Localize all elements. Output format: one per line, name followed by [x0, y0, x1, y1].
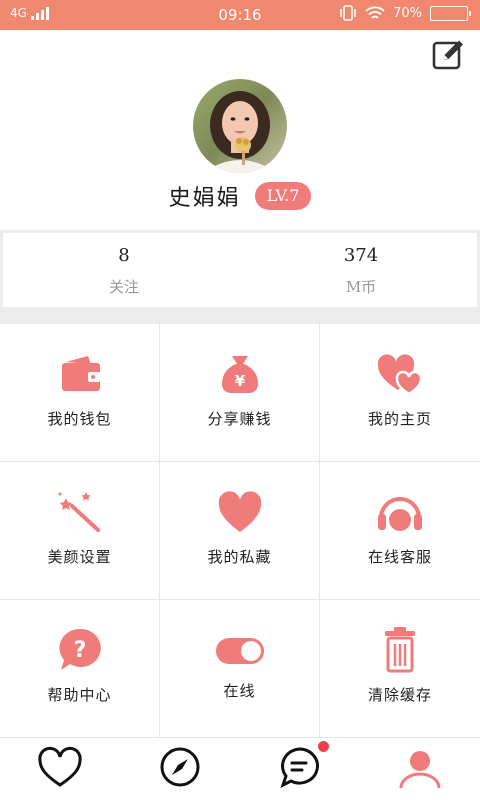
vibrate-icon — [340, 5, 356, 21]
stats-bar: 8 关注 374 M币 — [0, 230, 480, 310]
notification-badge — [318, 741, 329, 752]
menu-label: 我的私藏 — [207, 548, 272, 566]
following-label: 关注 — [108, 278, 139, 296]
stat-following[interactable]: 8 关注 — [3, 233, 245, 307]
hearts-icon — [377, 354, 423, 396]
menu-label: 我的主页 — [367, 410, 432, 428]
menu-label: 在线 — [223, 682, 256, 700]
headphones-icon — [378, 497, 422, 531]
menu-homepage[interactable]: 我的主页 — [320, 324, 480, 462]
question-bubble-icon: ? — [59, 628, 101, 670]
edit-profile-button[interactable] — [432, 38, 466, 70]
menu-grid: 我的钱包 ¥ 分享赚钱 我的主页 美颜设置 我的私藏 在线客服 ? 帮助中心 在… — [0, 324, 480, 738]
menu-clear-cache[interactable]: 清除缓存 — [320, 600, 480, 738]
tab-favorites[interactable] — [0, 738, 120, 800]
following-count: 8 — [118, 245, 130, 266]
section-divider — [0, 310, 480, 324]
menu-help-center[interactable]: ? 帮助中心 — [0, 600, 160, 738]
heart-icon — [218, 491, 261, 532]
menu-beauty-settings[interactable]: 美颜设置 — [0, 462, 160, 600]
menu-label: 我的钱包 — [47, 410, 112, 428]
coins-count: 374 — [343, 245, 379, 266]
heart-outline-icon — [38, 746, 82, 787]
tab-profile[interactable] — [360, 738, 480, 800]
level-badge: LV.7 — [254, 182, 312, 210]
tab-messages[interactable] — [240, 738, 360, 800]
avatar[interactable] — [193, 79, 287, 173]
tab-discover[interactable] — [120, 738, 240, 800]
toggle-icon[interactable] — [215, 626, 264, 674]
status-bar: 4G 09:16 70% — [0, 0, 480, 30]
user-name: 史娟娟 — [168, 186, 241, 211]
battery-icon — [430, 5, 471, 21]
profile-icon — [399, 751, 441, 789]
svg-text:?: ? — [73, 638, 86, 663]
menu-label: 美颜设置 — [47, 548, 112, 566]
money-bag-icon: ¥ — [221, 356, 258, 393]
battery-percent: 70% — [393, 5, 422, 21]
menu-favorites[interactable]: 我的私藏 — [160, 462, 320, 600]
trash-icon — [385, 627, 415, 673]
menu-label: 在线客服 — [367, 548, 432, 566]
edit-icon — [432, 40, 463, 70]
bottom-tab-bar — [0, 738, 480, 800]
menu-label: 分享赚钱 — [207, 410, 272, 428]
menu-online-status[interactable]: 在线 — [160, 600, 320, 738]
menu-wallet[interactable]: 我的钱包 — [0, 324, 160, 462]
compass-icon — [160, 747, 200, 787]
menu-label: 帮助中心 — [47, 686, 112, 704]
menu-share-earn[interactable]: ¥ 分享赚钱 — [160, 324, 320, 462]
stat-coins[interactable]: 374 M币 — [245, 233, 477, 307]
chat-icon — [280, 747, 319, 788]
coins-label: M币 — [345, 278, 377, 296]
menu-online-service[interactable]: 在线客服 — [320, 462, 480, 600]
wifi-icon — [365, 6, 385, 19]
menu-label: 清除缓存 — [367, 686, 432, 704]
wallet-icon — [61, 356, 100, 391]
magic-wand-icon — [58, 492, 100, 532]
svg-text:¥: ¥ — [234, 372, 245, 390]
